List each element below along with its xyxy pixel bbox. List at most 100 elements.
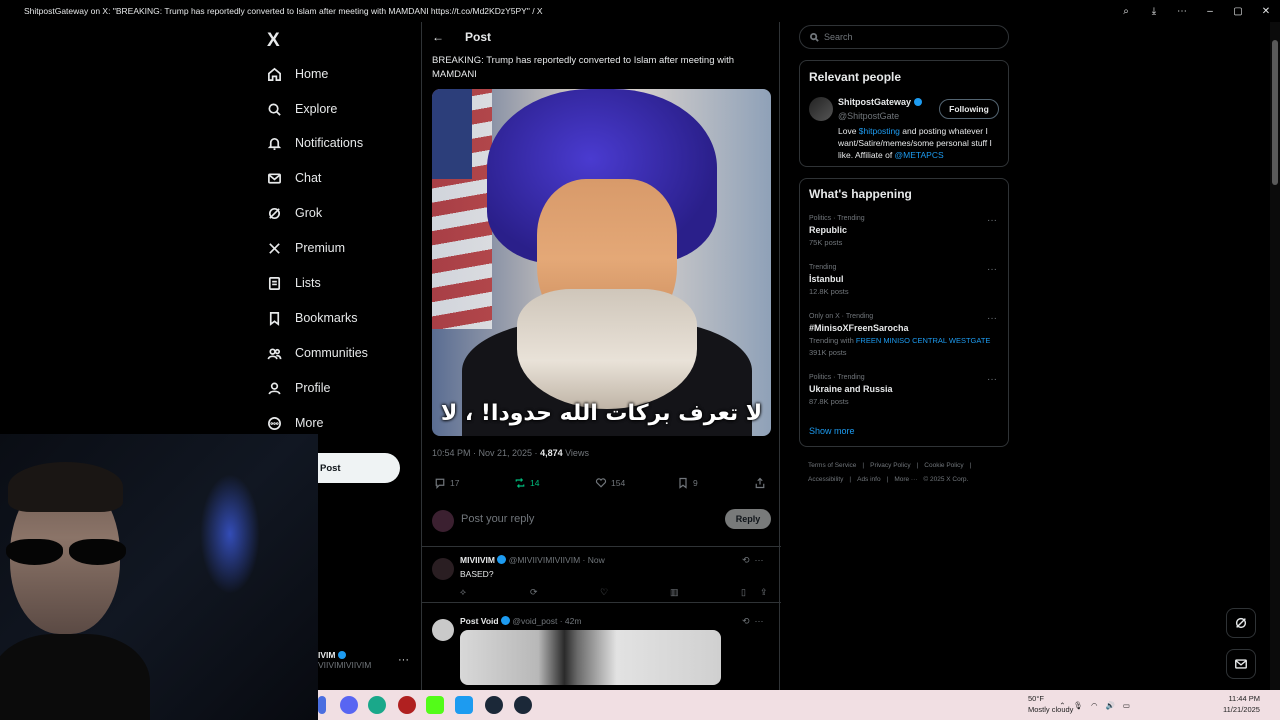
- panel-title: Relevant people: [809, 70, 902, 84]
- trend-item[interactable]: Politics · Trending Ukraine and Russia 8…: [809, 374, 999, 406]
- reply-tools[interactable]: ⟲ ···: [742, 555, 764, 566]
- post-button[interactable]: Post: [318, 453, 400, 483]
- reply-action[interactable]: 17: [434, 477, 459, 489]
- reply-tools[interactable]: ⟲ ···: [742, 616, 764, 627]
- search-input[interactable]: Search: [799, 25, 1009, 49]
- post-image[interactable]: لا تعرف بركات الله حدودا! ، لا: [432, 89, 771, 436]
- reply-button[interactable]: Reply: [725, 509, 771, 529]
- steam-icon[interactable]: [514, 696, 532, 714]
- footer-links: Terms of Service | Privacy Policy | Cookie P…: [808, 459, 1008, 487]
- more-dots-icon[interactable]: ···: [987, 313, 997, 324]
- close-icon[interactable]: ✕: [1252, 0, 1280, 22]
- more-dots-icon[interactable]: ···: [987, 215, 997, 226]
- reply-handle: @MIVIIVIMIVIIVIM · Now: [508, 555, 605, 565]
- app-icon[interactable]: [398, 696, 416, 714]
- sidebar-item-premium[interactable]: Premium: [266, 233, 345, 263]
- heart-icon[interactable]: ♡: [600, 587, 608, 598]
- mention-link[interactable]: @METAPCS: [895, 150, 944, 160]
- sidebar-item-profile[interactable]: Profile: [266, 373, 330, 403]
- browser-icon[interactable]: [368, 696, 386, 714]
- account-switcher[interactable]: IVIM VIIVIMIVIIVIM ···: [318, 650, 418, 670]
- reply-input[interactable]: Post your reply: [461, 513, 534, 525]
- sidebar-item-grok[interactable]: Grok: [266, 198, 322, 228]
- minimize-icon[interactable]: –: [1196, 0, 1224, 22]
- scrollbar[interactable]: [1270, 22, 1280, 690]
- following-button[interactable]: Following: [939, 99, 999, 119]
- steam-icon[interactable]: [485, 696, 503, 714]
- back-arrow-icon[interactable]: ←: [432, 30, 444, 44]
- repost-action[interactable]: 14: [514, 477, 539, 489]
- sidebar-item-home[interactable]: Home: [266, 59, 328, 89]
- sidebar-item-lists[interactable]: Lists: [266, 268, 321, 298]
- footer-link[interactable]: More ···: [894, 476, 917, 483]
- sidebar-item-bookmarks[interactable]: Bookmarks: [266, 303, 358, 333]
- bookmark-icon: [266, 310, 282, 326]
- whats-happening-panel: What's happening Politics · Trending Rep…: [799, 178, 1009, 447]
- views-icon[interactable]: ▥: [670, 587, 679, 598]
- people-icon: [266, 345, 282, 361]
- scrollbar-thumb[interactable]: [1272, 40, 1278, 185]
- verified-icon: [497, 555, 507, 564]
- share-action[interactable]: [754, 477, 766, 489]
- reply-text: BASED?: [460, 569, 494, 579]
- zoom-icon[interactable]: ⌕: [1112, 0, 1140, 22]
- reply-icon[interactable]: ⟡: [460, 587, 466, 598]
- webcam-overlay: [0, 434, 318, 720]
- repost-icon[interactable]: ⟳: [530, 587, 538, 598]
- trend-context: Politics · Trending: [809, 374, 865, 381]
- more-dots-icon[interactable]: ···: [987, 264, 997, 275]
- x-logo-icon[interactable]: X: [267, 30, 280, 52]
- sidebar-item-explore[interactable]: Explore: [266, 94, 337, 124]
- repost-count: 14: [530, 478, 540, 488]
- active-app-icon[interactable]: [455, 696, 473, 714]
- trend-context: Politics · Trending: [809, 215, 865, 222]
- reply-item[interactable]: Post Void @void_post · 42m ⟲ ···: [422, 614, 781, 690]
- sidebar-item-notifications[interactable]: Notifications: [266, 128, 363, 158]
- trend-topic: #MinisoXFreenSarocha: [809, 323, 909, 333]
- footer-link[interactable]: Privacy Policy: [870, 462, 910, 469]
- trend-item[interactable]: Only on X · Trending #MinisoXFreenSaroch…: [809, 313, 999, 357]
- clock-time: 11:44 PM: [1228, 694, 1260, 703]
- trend-with-link[interactable]: FREEN MINISO CENTRAL WESTGATE: [856, 336, 991, 345]
- x-icon: [266, 240, 282, 256]
- taskbar-app-icon[interactable]: [318, 696, 326, 714]
- messages-fab-button[interactable]: [1226, 649, 1256, 679]
- more-dots-icon[interactable]: ···: [398, 654, 409, 666]
- mail-icon: [266, 170, 282, 186]
- clock[interactable]: 11:44 PM 11/21/2025: [1223, 693, 1260, 715]
- maximize-icon[interactable]: ▢: [1224, 0, 1252, 22]
- trend-item[interactable]: Politics · Trending Republic 75K posts ·…: [809, 215, 999, 247]
- show-more-link[interactable]: Show more: [809, 426, 855, 436]
- footer-link[interactable]: Ads info: [857, 476, 881, 483]
- like-action[interactable]: 154: [595, 477, 625, 489]
- trend-item[interactable]: Trending İstanbul 12.8K posts ···: [809, 264, 999, 296]
- footer-link[interactable]: Cookie Policy: [924, 462, 963, 469]
- trend-topic: Republic: [809, 225, 848, 235]
- reply-author: MIVIIVIM: [460, 555, 495, 565]
- sidebar-item-label: Notifications: [295, 136, 364, 150]
- reply-item[interactable]: MIVIIVIM @MIVIIVIMIVIIVIM · Now ⟲ ··· BA…: [422, 553, 781, 603]
- avatar[interactable]: [809, 97, 833, 121]
- bookmark-icon[interactable]: ▯: [741, 587, 746, 598]
- repost-icon: [515, 478, 525, 488]
- reply-icon: [435, 478, 445, 489]
- footer-separator: |: [849, 476, 852, 483]
- profile-name[interactable]: ShitpostGateway: [838, 97, 911, 107]
- more-dots-icon[interactable]: ···: [987, 374, 997, 385]
- reply-media[interactable]: [460, 630, 721, 685]
- post-timestamp[interactable]: 10:54 PM · Nov 21, 2025 ·: [432, 448, 540, 458]
- grok-fab-button[interactable]: [1226, 608, 1256, 638]
- footer-link[interactable]: Terms of Service: [808, 462, 856, 469]
- hashtag-link[interactable]: $hitposting: [859, 126, 900, 136]
- discord-icon[interactable]: [340, 696, 358, 714]
- share-icon[interactable]: ⇪: [760, 587, 768, 598]
- sidebar-item-communities[interactable]: Communities: [266, 338, 368, 368]
- kick-icon[interactable]: [426, 696, 444, 714]
- sidebar-item-chat[interactable]: Chat: [266, 163, 321, 193]
- download-icon[interactable]: ⤓: [1140, 0, 1168, 22]
- system-tray[interactable]: ⌃ 🎙 ◠ 🔊 ▭: [1059, 690, 1130, 720]
- share-icon: [755, 477, 765, 489]
- footer-link[interactable]: Accessibility: [808, 476, 843, 483]
- menu-icon[interactable]: ⋯: [1168, 0, 1196, 22]
- bookmark-action[interactable]: 9: [677, 477, 698, 489]
